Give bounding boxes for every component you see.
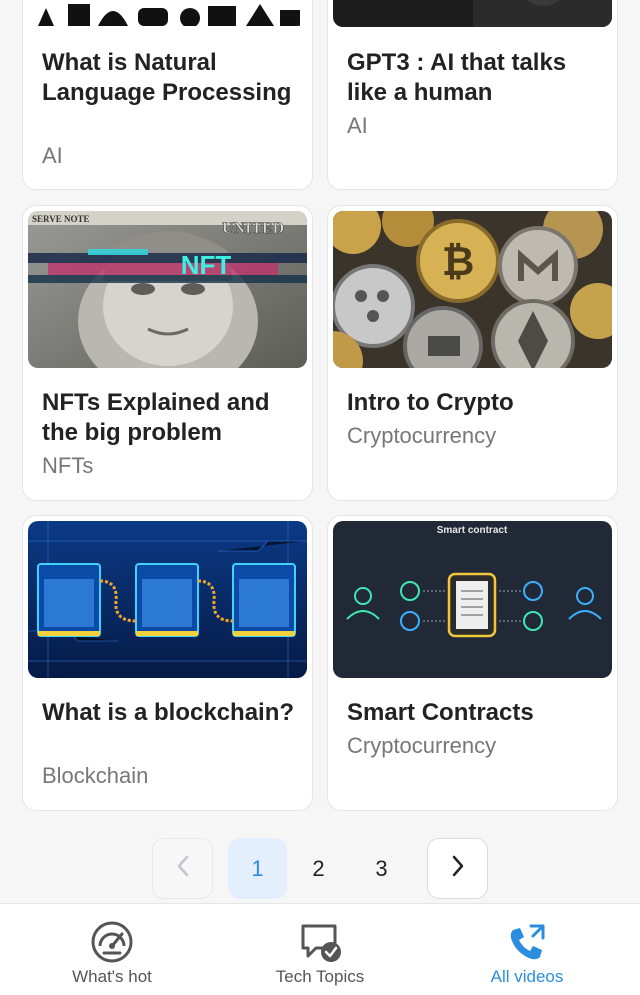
bottom-nav: What's hot Tech Topics All videos (0, 903, 640, 995)
video-thumbnail: Smart contract (333, 521, 612, 678)
svg-text:SERVE NOTE: SERVE NOTE (32, 214, 89, 224)
chevron-right-icon (450, 854, 466, 884)
nav-item-tech-topics[interactable]: Tech Topics (260, 904, 380, 995)
video-card[interactable]: What is a blockchain? Blockchain (22, 515, 313, 811)
video-category: AI (42, 143, 63, 168)
video-thumbnail (333, 0, 612, 27)
video-category: Cryptocurrency (347, 733, 497, 758)
nav-label: Tech Topics (275, 967, 365, 986)
video-title: What is Natural Language Processing (42, 49, 292, 106)
video-card[interactable]: Smart contract Smart Contracts Cryptocur… (327, 515, 618, 811)
video-thumbnail (28, 521, 307, 678)
nft-image-text: NFT (181, 250, 232, 280)
video-category: Cryptocurrency (347, 423, 497, 448)
pagination-page-3[interactable]: 3 (352, 838, 411, 899)
video-title: GPT3 : AI that talks like a human (347, 49, 567, 106)
chevron-left-icon (175, 854, 191, 884)
video-card[interactable]: What is Natural Language Processing AI (22, 0, 313, 190)
video-title: What is a blockchain? (42, 699, 295, 726)
nav-item-all-videos[interactable]: All videos (467, 904, 587, 995)
nav-item-whats-hot[interactable]: What's hot (52, 904, 172, 995)
video-card[interactable]: GPT3 : AI that talks like a human AI (327, 0, 618, 190)
video-card[interactable]: ₿ Intro to Crypto Cryptocurrency (327, 205, 618, 501)
speedometer-icon (90, 920, 134, 964)
svg-text:UNITED: UNITED (222, 220, 284, 237)
video-title: NFTs Explained and the big problem (42, 389, 270, 446)
nav-label: What's hot (72, 967, 152, 986)
chat-check-icon (298, 920, 342, 964)
smart-contract-image-text: Smart contract (437, 525, 508, 536)
pagination-prev-button[interactable] (152, 838, 213, 899)
pagination-page-2[interactable]: 2 (289, 838, 348, 899)
video-title: Intro to Crypto (347, 389, 514, 416)
pagination-page-1[interactable]: 1 (228, 838, 287, 899)
video-title: Smart Contracts (347, 699, 534, 726)
svg-text:₿: ₿ (442, 240, 475, 284)
video-card[interactable]: SERVE NOTE UNITED NFT NFTs Explained and… (22, 205, 313, 501)
pagination-next-button[interactable] (427, 838, 488, 899)
video-thumbnail: SERVE NOTE UNITED NFT (28, 211, 307, 368)
video-thumbnail: ₿ (333, 211, 612, 368)
nav-label: All videos (490, 967, 564, 986)
video-category: Blockchain (42, 763, 149, 788)
video-category: NFTs (42, 453, 94, 478)
video-category: AI (347, 113, 368, 138)
phone-call-icon (505, 920, 549, 964)
video-thumbnail (28, 0, 307, 26)
